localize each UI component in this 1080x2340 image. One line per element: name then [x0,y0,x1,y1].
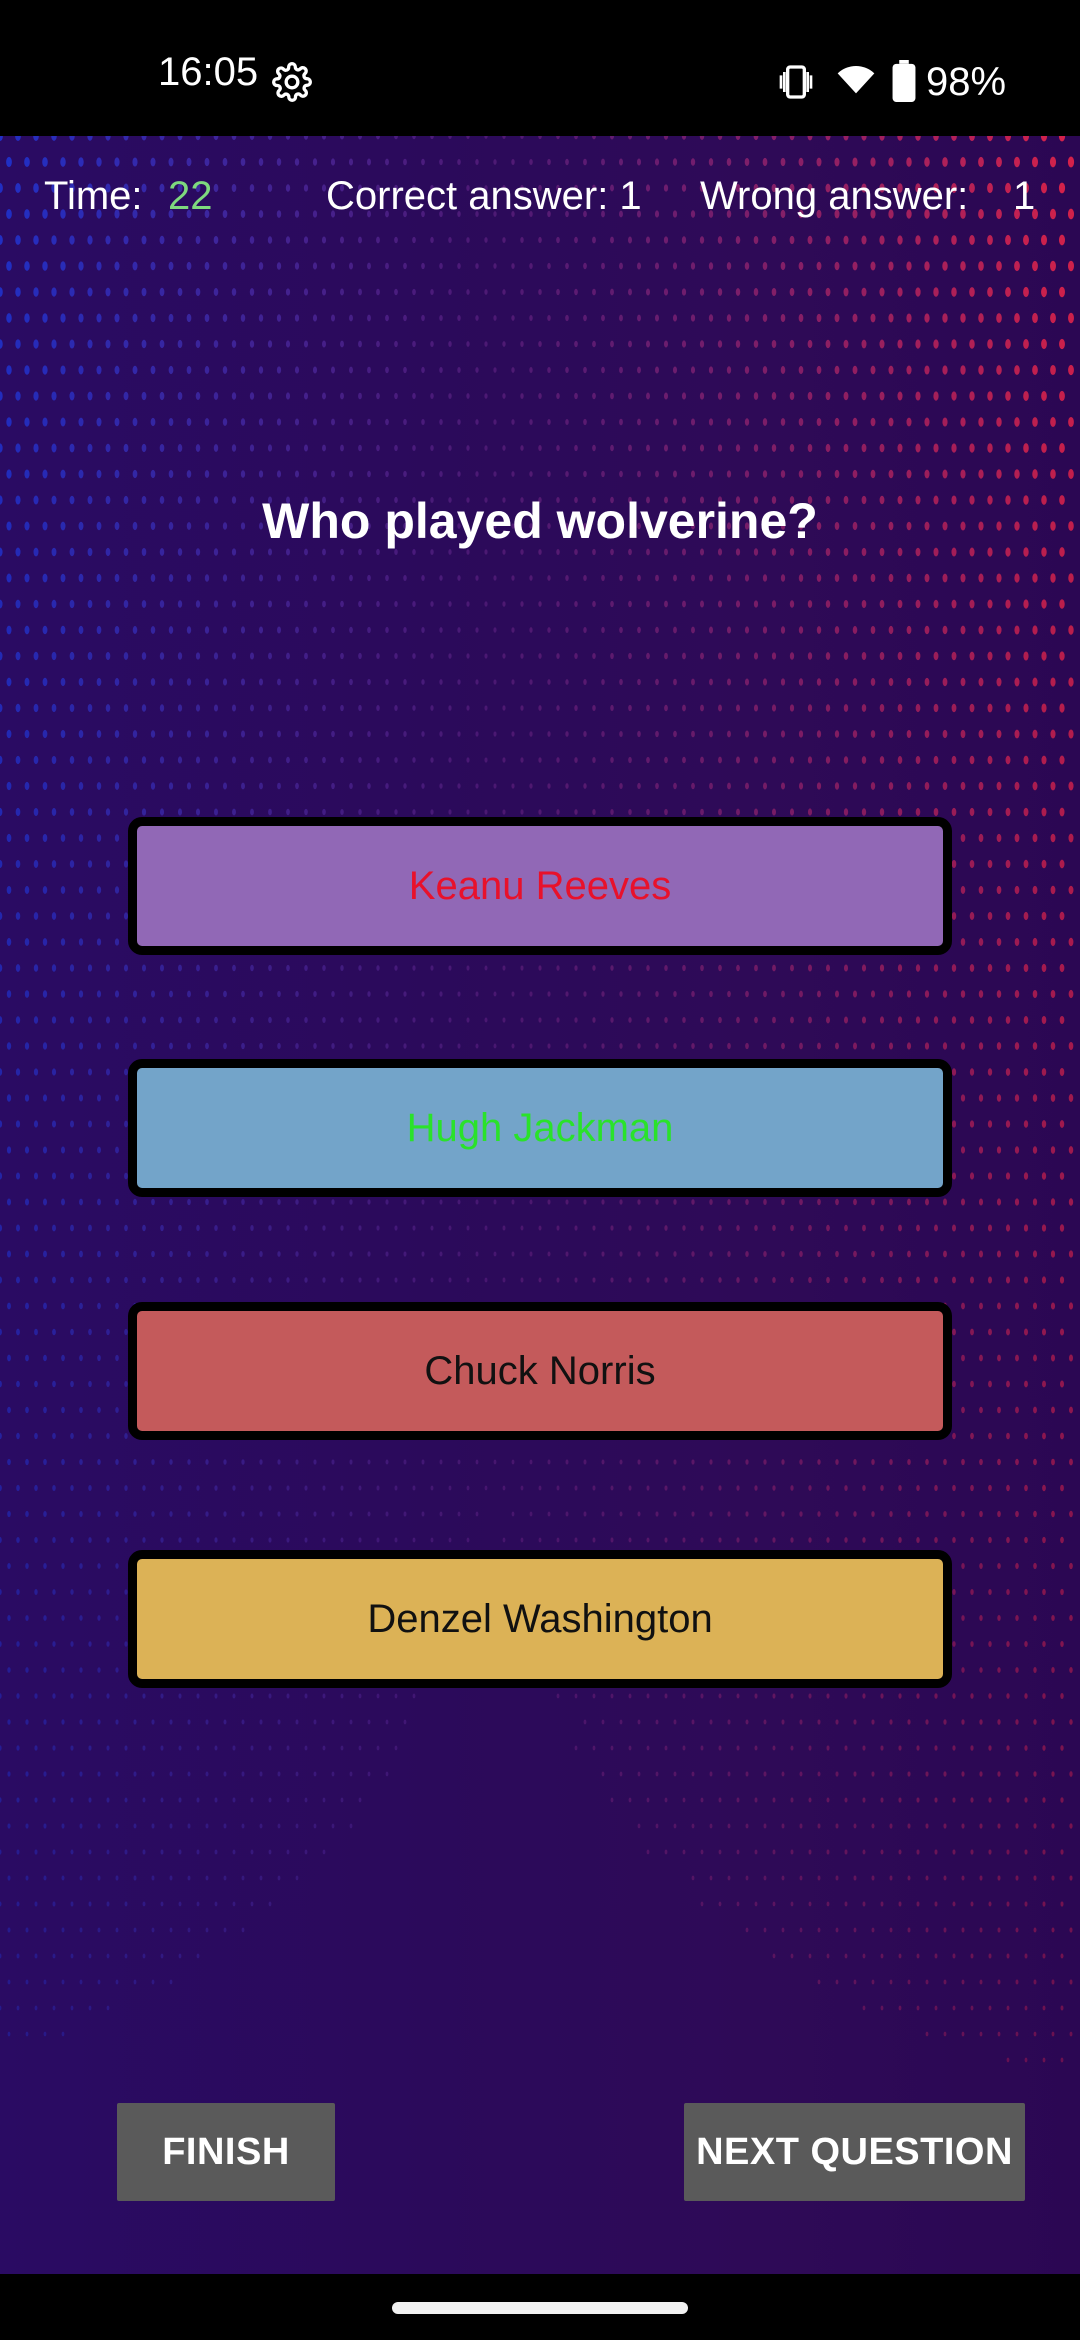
answer-label: Hugh Jackman [406,1106,674,1150]
gear-icon [272,62,312,102]
wrong-answer-value: 1 [1013,174,1036,218]
answer-button-3[interactable]: Chuck Norris [128,1302,952,1440]
question-text: Who played wolverine? [262,493,818,549]
game-area [0,136,1080,2274]
answer-button-1[interactable]: Keanu Reeves [128,817,952,955]
status-bar: 16:05 98% [0,0,1080,136]
screen: 16:05 98% Time: 22 Correct answer: 1 Wro… [0,0,1080,2340]
battery-percent: 98% [926,60,1007,104]
time-value: 22 [168,174,213,218]
answer-button-4[interactable]: Denzel Washington [128,1550,952,1688]
status-time: 16:05 [158,50,259,94]
background-pattern [0,136,1075,2063]
home-gesture-handle[interactable] [392,2302,688,2314]
correct-answer-count: Correct answer: 1 [326,174,642,218]
answer-label: Keanu Reeves [408,864,672,908]
wrong-answer-label: Wrong answer: [700,174,969,218]
finish-button[interactable]: FINISH [117,2103,335,2201]
next-question-button[interactable]: NEXT QUESTION [684,2103,1025,2201]
vibrate-icon [779,65,813,99]
time-label: Time: [44,174,143,218]
answer-label: Denzel Washington [367,1597,713,1641]
battery-icon [892,60,916,102]
wifi-icon [837,66,875,94]
navigation-bar [0,2274,1080,2340]
answer-label: Chuck Norris [424,1349,656,1393]
answer-button-2[interactable]: Hugh Jackman [128,1059,952,1197]
